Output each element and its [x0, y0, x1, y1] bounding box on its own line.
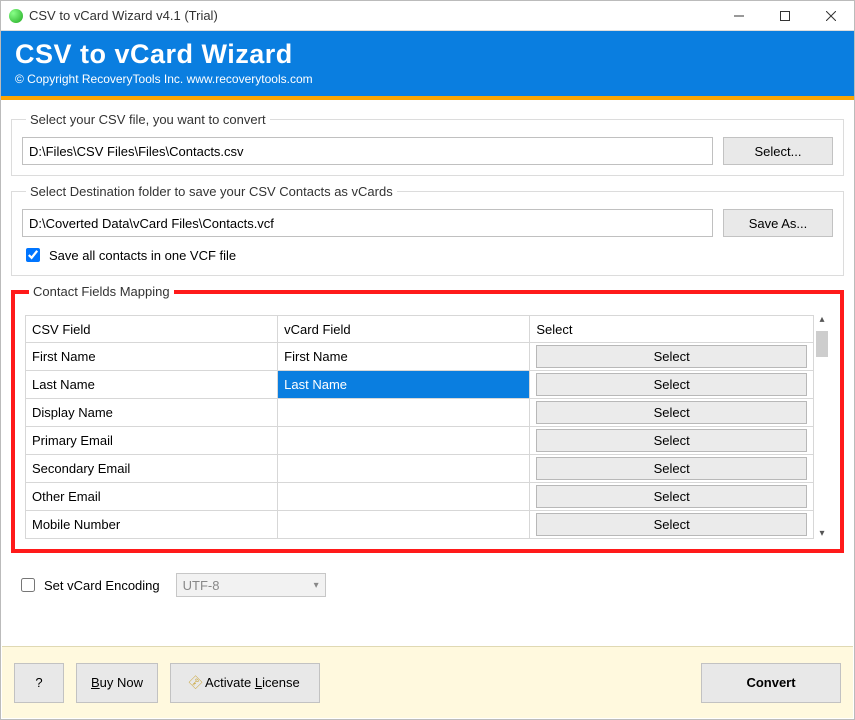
scroll-down-icon[interactable]: ▾ — [819, 529, 824, 539]
table-row: First NameFirst Name Select — [26, 343, 814, 371]
vcard-field-cell[interactable] — [278, 511, 530, 539]
mapping-select-button[interactable]: Select — [536, 373, 807, 396]
mapping-group: Contact Fields Mapping CSV Field vCard F… — [11, 284, 844, 553]
mapping-table-wrap: CSV Field vCard Field Select First NameF… — [25, 315, 830, 539]
mapping-scrollbar[interactable]: ▴ ▾ — [814, 315, 830, 539]
table-row: Secondary Email Select — [26, 455, 814, 483]
mapping-table: CSV Field vCard Field Select First NameF… — [25, 315, 814, 539]
select-source-button[interactable]: Select... — [723, 137, 833, 165]
vcard-field-cell[interactable] — [278, 427, 530, 455]
save-all-label: Save all contacts in one VCF file — [49, 248, 236, 263]
chevron-down-icon: ▾ — [314, 580, 319, 591]
mapping-header-row: CSV Field vCard Field Select — [26, 316, 814, 343]
mapping-select-button[interactable]: Select — [536, 513, 807, 536]
save-all-checkbox[interactable] — [26, 248, 40, 262]
window-title: CSV to vCard Wizard v4.1 (Trial) — [29, 8, 716, 23]
encoding-checkbox[interactable] — [21, 578, 35, 592]
csv-field-cell[interactable]: Last Name — [26, 371, 278, 399]
csv-field-cell[interactable]: Secondary Email — [26, 455, 278, 483]
activate-license-button[interactable]: ⚿Activate License — [170, 663, 320, 703]
vcard-field-cell[interactable] — [278, 399, 530, 427]
csv-field-cell[interactable]: Mobile Number — [26, 511, 278, 539]
table-row: Last NameLast Name Select — [26, 371, 814, 399]
select-cell: Select — [530, 371, 814, 399]
csv-field-cell[interactable]: Other Email — [26, 483, 278, 511]
select-cell: Select — [530, 427, 814, 455]
mapping-header-select[interactable]: Select — [530, 316, 814, 343]
source-legend: Select your CSV file, you want to conver… — [26, 112, 270, 127]
content-area: Select your CSV file, you want to conver… — [1, 100, 854, 597]
maximize-button[interactable] — [762, 1, 808, 31]
table-row: Primary Email Select — [26, 427, 814, 455]
select-cell: Select — [530, 511, 814, 539]
save-all-checkbox-row[interactable]: Save all contacts in one VCF file — [22, 245, 833, 265]
encoding-value: UTF-8 — [183, 578, 220, 593]
select-cell: Select — [530, 399, 814, 427]
scroll-thumb[interactable] — [816, 331, 828, 357]
banner-title: CSV to vCard Wizard — [15, 39, 840, 70]
csv-field-cell[interactable]: Display Name — [26, 399, 278, 427]
destination-group: Select Destination folder to save your C… — [11, 184, 844, 276]
encoding-combo[interactable]: UTF-8 ▾ — [176, 573, 326, 597]
minimize-button[interactable] — [716, 1, 762, 31]
mapping-legend: Contact Fields Mapping — [29, 284, 174, 299]
help-button[interactable]: ? — [14, 663, 64, 703]
close-button[interactable] — [808, 1, 854, 31]
source-group: Select your CSV file, you want to conver… — [11, 112, 844, 176]
csv-field-cell[interactable]: First Name — [26, 343, 278, 371]
select-cell: Select — [530, 343, 814, 371]
mapping-header-vcard[interactable]: vCard Field — [278, 316, 530, 343]
footer-bar: ? Buy Now ⚿Activate License Convert — [2, 646, 853, 718]
mapping-select-button[interactable]: Select — [536, 485, 807, 508]
vcard-field-cell[interactable]: First Name — [278, 343, 530, 371]
mapping-select-button[interactable]: Select — [536, 401, 807, 424]
scroll-up-icon[interactable]: ▴ — [819, 315, 824, 325]
vcard-field-cell[interactable]: Last Name — [278, 371, 530, 399]
titlebar: CSV to vCard Wizard v4.1 (Trial) — [1, 1, 854, 31]
key-icon: ⚿ — [186, 673, 206, 693]
encoding-row: Set vCard Encoding UTF-8 ▾ — [17, 573, 838, 597]
vcard-field-cell[interactable] — [278, 483, 530, 511]
destination-path-input[interactable] — [22, 209, 713, 237]
table-row: Display Name Select — [26, 399, 814, 427]
saveas-button[interactable]: Save As... — [723, 209, 833, 237]
table-row: Mobile Number Select — [26, 511, 814, 539]
mapping-header-csv[interactable]: CSV Field — [26, 316, 278, 343]
mapping-select-button[interactable]: Select — [536, 457, 807, 480]
app-icon — [9, 9, 23, 23]
mapping-select-button[interactable]: Select — [536, 345, 807, 368]
csv-field-cell[interactable]: Primary Email — [26, 427, 278, 455]
buy-now-button[interactable]: Buy Now — [76, 663, 158, 703]
encoding-label: Set vCard Encoding — [44, 578, 160, 593]
select-cell: Select — [530, 455, 814, 483]
select-cell: Select — [530, 483, 814, 511]
vcard-field-cell[interactable] — [278, 455, 530, 483]
destination-legend: Select Destination folder to save your C… — [26, 184, 397, 199]
banner-copyright: © Copyright RecoveryTools Inc. www.recov… — [15, 72, 840, 86]
table-row: Other Email Select — [26, 483, 814, 511]
source-path-input[interactable] — [22, 137, 713, 165]
encoding-checkbox-row[interactable]: Set vCard Encoding — [17, 575, 160, 595]
mapping-select-button[interactable]: Select — [536, 429, 807, 452]
convert-button[interactable]: Convert — [701, 663, 841, 703]
app-banner: CSV to vCard Wizard © Copyright Recovery… — [1, 31, 854, 100]
